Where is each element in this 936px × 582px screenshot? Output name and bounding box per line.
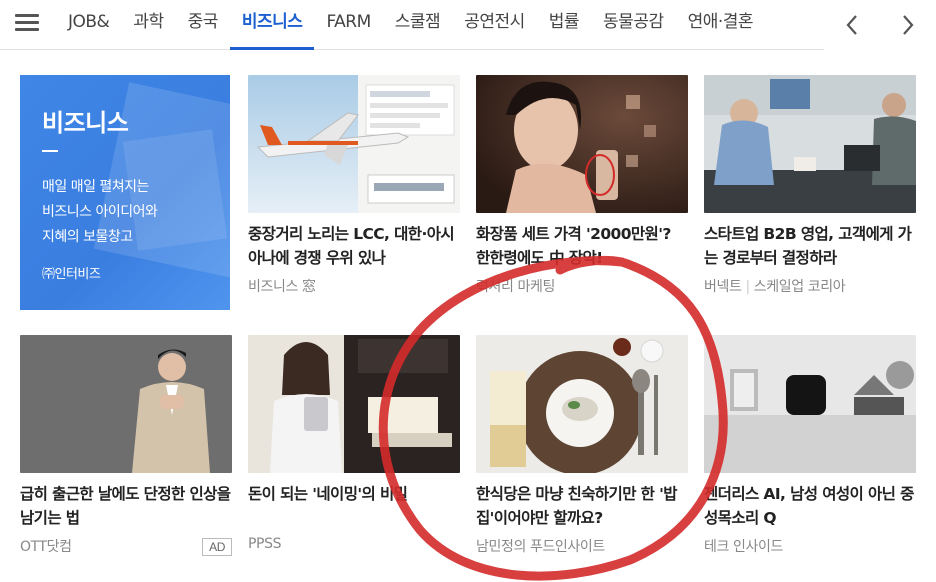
article-source: 버넥트 | 스케일업 코리아 <box>704 276 916 296</box>
tab-category[interactable]: JOB& <box>56 0 121 50</box>
ad-badge: AD <box>202 538 232 556</box>
source-name: 남민정의 푸드인사이트 <box>476 539 605 555</box>
tab-active[interactable]: 비즈니스 <box>229 0 315 50</box>
source-separator: | <box>745 279 750 295</box>
article-title[interactable]: 스타트업 B2B 영업, 고객에게 가는 경로부터 결정하라 <box>704 222 916 270</box>
article-thumbnail-man-in-suit[interactable] <box>20 335 232 473</box>
article-source: 테크 인사이드 <box>704 536 916 556</box>
article-source: 남민정의 푸드인사이트 <box>476 536 688 556</box>
article-card[interactable]: 급히 출근한 날에도 단정한 인상을 남기는 법 OTT닷컴 AD <box>20 335 232 556</box>
article-thumbnail-airplane[interactable] <box>248 75 460 213</box>
tab-category[interactable]: FARM <box>314 0 382 50</box>
article-card[interactable]: 화장품 세트 가격 '2000만원'? 한한령에도 中 장악! 럭셔리 마케팅 <box>476 75 688 296</box>
chevron-left-icon[interactable] <box>824 0 880 50</box>
source-name: 버넥트 <box>704 279 742 295</box>
hamburger-menu-icon[interactable] <box>12 10 42 40</box>
article-card[interactable]: 중장거리 노리는 LCC, 대한·아시아나에 경쟁 우위 있나 비즈니스 窓 <box>248 75 460 296</box>
promo-brand: ㈜인터비즈 <box>42 267 101 282</box>
source-name: 럭셔리 마케팅 <box>476 279 555 295</box>
promo-description: 매일 매일 펼쳐지는 비즈니스 아이디어와 지혜의 보물창고 <box>42 179 158 245</box>
source-name: PPSS <box>248 536 282 552</box>
article-thumbnail-meeting[interactable] <box>704 75 916 213</box>
article-title[interactable]: 한식당은 마냥 친숙하기만 한 '밥집'이어야만 할까요? <box>476 482 688 530</box>
source-name: OTT닷컴 <box>20 539 72 555</box>
tab-category[interactable]: 연애·결혼 <box>676 0 765 50</box>
article-title[interactable]: 젠더리스 AI, 남성 여성이 아닌 중성목소리 Q <box>704 482 916 530</box>
article-source: 럭셔리 마케팅 <box>476 276 688 296</box>
article-source: OTT닷컴 AD <box>20 536 232 556</box>
tab-scroll-arrows <box>824 0 936 50</box>
source-series: 스케일업 코리아 <box>753 279 846 295</box>
tab-category[interactable]: 공연전시 <box>452 0 537 50</box>
article-thumbnail-smart-speaker[interactable] <box>704 335 916 473</box>
article-card[interactable]: 한식당은 마냥 친숙하기만 한 '밥집'이어야만 할까요? 남민정의 푸드인사이… <box>476 335 688 556</box>
article-title[interactable]: 화장품 세트 가격 '2000만원'? 한한령에도 中 장악! <box>476 222 688 270</box>
category-tabs: JOB& 과학 중국 비즈니스 FARM 스쿨잼 공연전시 법률 동물공감 연애·결혼 <box>56 0 765 50</box>
tab-category[interactable]: 스쿨잼 <box>383 0 452 50</box>
tab-category[interactable]: 동물공감 <box>591 0 676 50</box>
article-source: 비즈니스 窓 <box>248 276 460 296</box>
article-thumbnail-cosmetics[interactable] <box>476 75 688 213</box>
chevron-right-icon[interactable] <box>880 0 936 50</box>
article-source: PPSS <box>248 536 460 552</box>
tab-category[interactable]: 과학 <box>121 0 175 50</box>
source-name: 비즈니스 窓 <box>248 279 316 295</box>
business-section-promo[interactable]: 비즈니스 매일 매일 펼쳐지는 비즈니스 아이디어와 지혜의 보물창고 ㈜인터비… <box>20 75 230 310</box>
article-card[interactable]: 스타트업 B2B 영업, 고객에게 가는 경로부터 결정하라 버넥트 | 스케일업 … <box>704 75 916 296</box>
source-name: 테크 인사이드 <box>704 539 783 555</box>
promo-divider <box>42 150 58 152</box>
article-title[interactable]: 급히 출근한 날에도 단정한 인상을 남기는 법 <box>20 482 232 530</box>
tab-category[interactable]: 중국 <box>176 0 230 50</box>
tab-category[interactable]: 법률 <box>537 0 591 50</box>
promo-title: 비즈니스 <box>42 109 129 137</box>
category-tab-bar: JOB& 과학 중국 비즈니스 FARM 스쿨잼 공연전시 법률 동물공감 연애·결혼 <box>0 0 936 50</box>
article-title[interactable]: 돈이 되는 '네이밍'의 비밀 <box>248 482 460 530</box>
article-thumbnail-korean-meal[interactable] <box>476 335 688 473</box>
article-card[interactable]: 돈이 되는 '네이밍'의 비밀 PPSS <box>248 335 460 552</box>
article-card[interactable]: 젠더리스 AI, 남성 여성이 아닌 중성목소리 Q 테크 인사이드 <box>704 335 916 556</box>
article-title[interactable]: 중장거리 노리는 LCC, 대한·아시아나에 경쟁 우위 있나 <box>248 222 460 270</box>
article-thumbnail-naming[interactable] <box>248 335 460 473</box>
